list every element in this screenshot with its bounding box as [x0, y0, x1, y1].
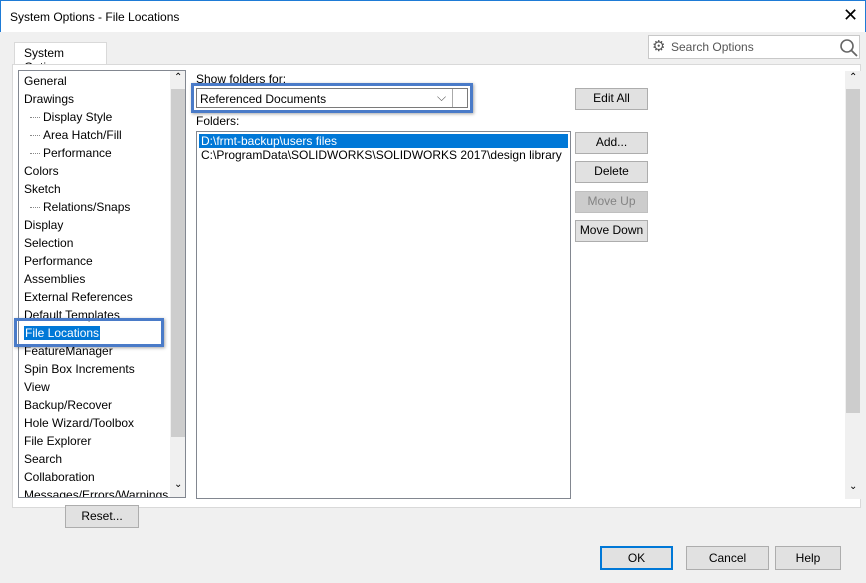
magnifier-icon[interactable] — [839, 38, 858, 57]
tree-item[interactable]: Selection — [24, 234, 73, 252]
search-placeholder: Search Options — [671, 40, 754, 54]
tree-item[interactable]: Messages/Errors/Warnings — [24, 486, 169, 498]
tree-item-label: Assemblies — [24, 272, 86, 286]
tree-connector — [30, 207, 40, 208]
move-up-button[interactable]: Move Up — [575, 191, 648, 213]
close-icon[interactable]: ✕ — [843, 5, 858, 26]
tree-item-label: Display — [24, 218, 64, 232]
panel-scroll-thumb[interactable] — [846, 89, 860, 413]
tree-item[interactable]: External References — [24, 288, 133, 306]
tree-connector — [30, 135, 40, 136]
scroll-up-icon[interactable]: ⌃ — [849, 72, 857, 83]
tree-item-label: Sketch — [24, 182, 61, 196]
tree-item-label: View — [24, 380, 50, 394]
highlight-box-file-locations — [14, 318, 164, 347]
tree-scrollbar[interactable]: ⌃ ⌄ — [170, 71, 185, 497]
tree-item-label: Selection — [24, 236, 74, 250]
tree-item[interactable]: Display Style — [30, 108, 113, 126]
tree-item-label: Collaboration — [24, 470, 95, 484]
tree-item[interactable]: Hole Wizard/Toolbox — [24, 414, 134, 432]
add-button[interactable]: Add... — [575, 132, 648, 154]
tree-item-label: Relations/Snaps — [43, 200, 131, 214]
options-tree[interactable]: ⌃ ⌄ General Drawings Display Style Area Hat… — [18, 70, 186, 498]
tree-item-label: Drawings — [24, 92, 75, 106]
tree-connector — [30, 153, 40, 154]
tree-item[interactable]: Display — [24, 216, 63, 234]
scroll-down-icon[interactable]: ⌄ — [849, 481, 857, 492]
tree-item-label: Performance — [24, 254, 93, 268]
tree-item-label: Search — [24, 452, 63, 466]
tree-item-label: Colors — [24, 164, 59, 178]
move-down-button[interactable]: Move Down — [575, 220, 648, 242]
title-bar: System Options - File Locations ✕ — [0, 0, 866, 32]
tree-item-label: File Explorer — [24, 434, 92, 448]
gear-icon: ⚙ — [652, 38, 666, 55]
tree-item[interactable]: Performance — [30, 144, 112, 162]
folder-item[interactable]: D:\frmt-backup\users files — [199, 134, 568, 148]
tree-item[interactable]: Spin Box Increments — [24, 360, 135, 378]
tree-item-label: Performance — [43, 146, 112, 160]
tree-item[interactable]: Sketch — [24, 180, 61, 198]
tree-connector — [30, 117, 40, 118]
folders-list[interactable]: D:\frmt-backup\users files C:\ProgramDat… — [196, 131, 571, 499]
search-input[interactable]: ⚙ Search Options — [648, 35, 860, 59]
tree-item[interactable]: Assemblies — [24, 270, 85, 288]
tree-item[interactable]: Area Hatch/Fill — [30, 126, 122, 144]
tree-item-label: Area Hatch/Fill — [43, 128, 122, 142]
highlight-box-dropdown — [191, 83, 473, 113]
tree-item[interactable]: Drawings — [24, 90, 74, 108]
ok-button[interactable]: OK — [600, 546, 673, 570]
tree-item-label: Backup/Recover — [24, 398, 113, 412]
tree-item[interactable]: Colors — [24, 162, 59, 180]
scroll-up-icon[interactable]: ⌃ — [174, 72, 182, 83]
tree-item-label: Messages/Errors/Warnings — [24, 488, 169, 498]
tree-item[interactable]: Search — [24, 450, 62, 468]
folder-item[interactable]: C:\ProgramData\SOLIDWORKS\SOLIDWORKS 201… — [199, 148, 568, 162]
panel-scrollbar[interactable]: ⌃ ⌄ — [845, 71, 861, 499]
tab-system-options[interactable]: System Options — [14, 42, 107, 74]
tree-item[interactable]: File Explorer — [24, 432, 91, 450]
tree-item[interactable]: General — [24, 72, 67, 90]
delete-button[interactable]: Delete — [575, 161, 648, 183]
tree-item-label: Display Style — [43, 110, 113, 124]
tree-item-label: Hole Wizard/Toolbox — [24, 416, 135, 430]
cancel-button[interactable]: Cancel — [686, 546, 769, 570]
tree-item[interactable]: Backup/Recover — [24, 396, 112, 414]
tree-item[interactable]: View — [24, 378, 50, 396]
tree-item-label: External References — [24, 290, 133, 304]
scroll-down-icon[interactable]: ⌄ — [174, 479, 182, 490]
window-title: System Options - File Locations — [10, 10, 180, 24]
reset-button[interactable]: Reset... — [65, 505, 139, 528]
tree-item[interactable]: Performance — [24, 252, 93, 270]
tree-item-label: General — [24, 74, 67, 88]
help-button[interactable]: Help — [775, 546, 841, 570]
tree-scroll-thumb[interactable] — [171, 89, 185, 437]
tree-item[interactable]: Collaboration — [24, 468, 95, 486]
edit-all-button[interactable]: Edit All — [575, 88, 648, 110]
folders-label: Folders: — [196, 114, 240, 128]
tree-item-label: Spin Box Increments — [24, 362, 135, 376]
tree-item[interactable]: Relations/Snaps — [30, 198, 131, 216]
